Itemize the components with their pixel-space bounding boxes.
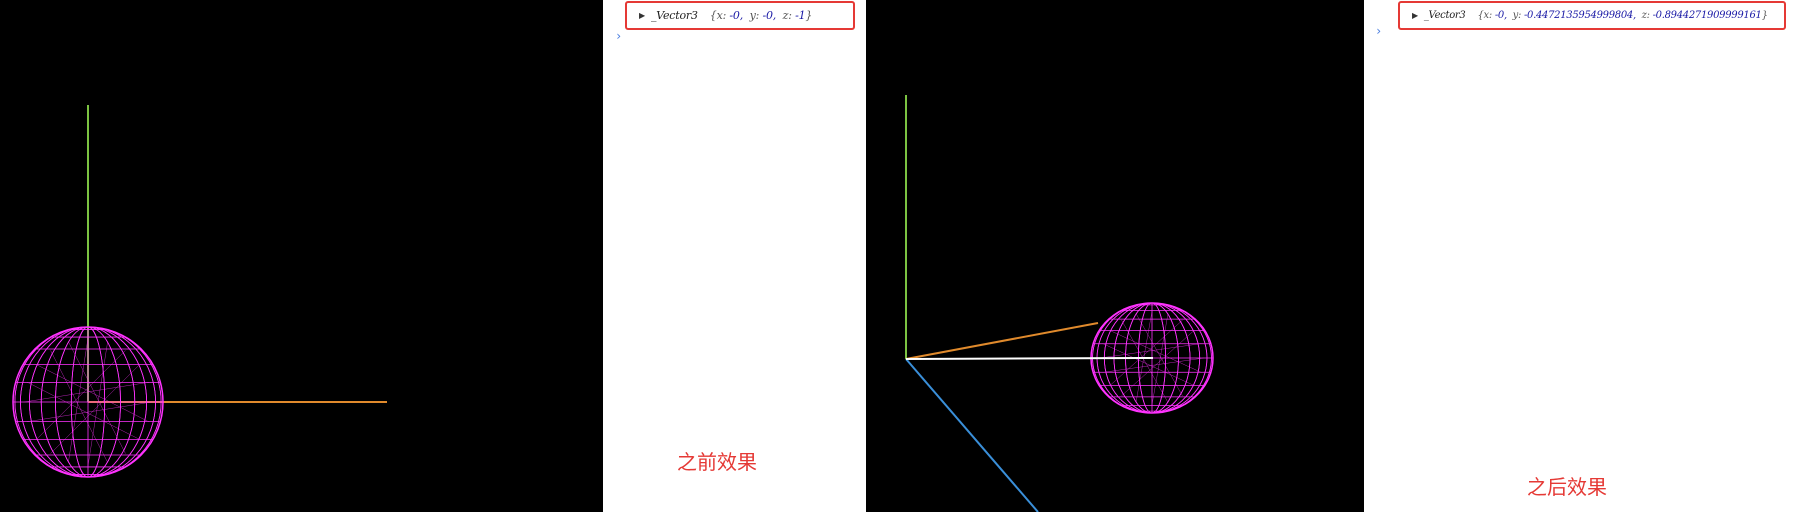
log-y-label: y: (749, 9, 760, 22)
log-x-label: x: (1483, 10, 1493, 21)
log-class-name: _Vector3 (650, 9, 698, 22)
console-log-entry[interactable]: ▶ _Vector3 { x: -0, y: -0, z: -1} (625, 1, 855, 30)
log-z-value: -0.8944271909999161 (1652, 10, 1762, 21)
caption-before: 之前效果 (677, 450, 757, 474)
console-prompt[interactable]: › (1375, 24, 1382, 38)
log-z-label: z: (1641, 10, 1650, 21)
console-panel-after: ▶ _Vector3 { x: -0, y: -0.44721359549998… (1364, 0, 1793, 512)
scene-after-svg (905, 95, 1214, 512)
view-direction-line (905, 357, 1154, 360)
console-prompt[interactable]: › (615, 29, 622, 43)
console-log-entry[interactable]: ▶ _Vector3 { x: -0, y: -0.44721359549998… (1398, 1, 1786, 30)
console-panel-before: ▶ _Vector3 { x: -0, y: -0, z: -1} › 之前效果 (603, 0, 866, 512)
log-y-label: y: (1512, 10, 1522, 21)
log-class-name: _Vector3 (1423, 10, 1466, 21)
scene-canvas-after[interactable] (866, 0, 1364, 512)
log-z-value: -1 (795, 9, 806, 22)
log-x-value: -0, (1494, 10, 1507, 21)
wireframe-sphere (12, 326, 164, 478)
x-axis-line (905, 322, 1099, 360)
scene-before-svg (12, 105, 387, 478)
caption-after: 之后效果 (1527, 475, 1607, 499)
log-close-brace: } (1761, 10, 1768, 21)
log-x-label: x: (716, 9, 727, 22)
log-z-label: z: (782, 9, 792, 22)
log-close-brace: } (805, 9, 813, 22)
expand-triangle-icon[interactable]: ▶ (1412, 11, 1418, 20)
log-open-brace: { (709, 9, 717, 22)
log-y-value: -0.4472135954999804, (1523, 10, 1636, 21)
expand-triangle-icon[interactable]: ▶ (639, 11, 645, 20)
z-axis-line (905, 358, 1039, 512)
log-x-value: -0, (729, 9, 744, 22)
scene-canvas-before[interactable] (0, 0, 603, 512)
log-y-value: -0, (762, 9, 777, 22)
